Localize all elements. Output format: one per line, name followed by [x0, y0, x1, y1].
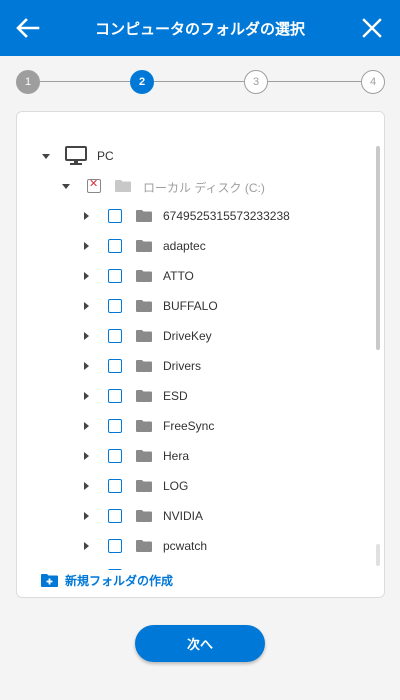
title-bar: コンピュータのフォルダの選択	[0, 0, 400, 56]
folder-icon	[136, 210, 152, 222]
tree-label: 6749525315573233238	[163, 209, 290, 223]
folder-checkbox[interactable]	[108, 479, 122, 493]
tree-label: ローカル ディスク (C:)	[143, 181, 265, 195]
tree-row-folder[interactable]: FreeSync	[17, 411, 377, 441]
drive-checkbox[interactable]	[87, 177, 101, 193]
folder-icon	[136, 240, 152, 252]
folder-checkbox[interactable]	[108, 269, 122, 283]
tree-label: PC	[97, 149, 114, 163]
tree-row-folder[interactable]: NVIDIA	[17, 501, 377, 531]
tree-row-drive[interactable]: ローカル ディスク (C:)	[17, 171, 377, 201]
new-folder-label: 新規フォルダの作成	[65, 573, 174, 588]
tree-row-folder[interactable]: ATTO	[17, 261, 377, 291]
tree-scrollbar[interactable]	[376, 146, 380, 566]
folder-icon	[136, 300, 152, 312]
folder-checkbox[interactable]	[108, 419, 122, 433]
tree-label: ATTO	[163, 269, 194, 283]
folder-checkbox[interactable]	[108, 359, 122, 373]
folder-checkbox[interactable]	[108, 299, 122, 313]
expand-caret-icon[interactable]	[84, 542, 89, 550]
folder-checkbox[interactable]	[108, 389, 122, 403]
tree-label: adaptec	[163, 239, 206, 253]
folder-icon	[136, 390, 152, 402]
tree-row-folder-partial[interactable]	[17, 561, 377, 570]
tree-label: Drivers	[163, 359, 201, 373]
tree-label: FreeSync	[163, 419, 215, 433]
tree-label: Hera	[163, 449, 190, 463]
folder-icon	[136, 510, 152, 522]
expand-caret-icon[interactable]	[84, 302, 89, 310]
expand-caret-icon[interactable]	[84, 272, 89, 280]
tree-row-pc[interactable]: PC	[17, 141, 377, 171]
folder-checkbox[interactable]	[108, 209, 122, 223]
step-indicator: 1 2 3 4	[0, 66, 400, 98]
tree-row-folder[interactable]: LOG	[17, 471, 377, 501]
folder-tree-panel: PC ローカル ディスク (C:) 6749525315573233238 ada…	[16, 111, 385, 598]
expand-caret-icon[interactable]	[42, 154, 50, 159]
scrollbar-thumb[interactable]	[376, 146, 380, 350]
monitor-icon	[65, 146, 87, 165]
tree-label: pcwatch	[163, 539, 208, 553]
step-3: 3	[244, 70, 268, 94]
arrow-left-icon	[16, 18, 40, 38]
folder-tree[interactable]: PC ローカル ディスク (C:) 6749525315573233238 ada…	[17, 122, 377, 570]
step-4: 4	[361, 70, 385, 94]
folder-checkbox[interactable]	[108, 449, 122, 463]
tree-label: ESD	[163, 389, 188, 403]
scrollbar-thumb-lower	[376, 544, 380, 566]
expand-caret-icon[interactable]	[84, 362, 89, 370]
tree-row-folder[interactable]: pcwatch	[17, 531, 377, 561]
folder-icon	[136, 330, 152, 342]
step-connector	[268, 81, 361, 82]
step-1: 1	[16, 70, 40, 94]
tree-row-folder[interactable]: DriveKey	[17, 321, 377, 351]
next-button[interactable]: 次へ	[135, 625, 265, 662]
expand-caret-icon[interactable]	[84, 242, 89, 250]
folder-icon	[136, 540, 152, 552]
back-button[interactable]	[12, 12, 44, 44]
folder-icon	[136, 480, 152, 492]
expand-caret-icon[interactable]	[84, 482, 89, 490]
folder-icon	[115, 180, 131, 192]
tree-row-folder[interactable]: adaptec	[17, 231, 377, 261]
folder-icon	[136, 360, 152, 372]
tree-label: DriveKey	[163, 329, 212, 343]
expand-caret-icon[interactable]	[84, 512, 89, 520]
folder-checkbox[interactable]	[108, 329, 122, 343]
tree-row-folder[interactable]: Drivers	[17, 351, 377, 381]
folder-checkbox[interactable]	[108, 239, 122, 253]
tree-row-folder[interactable]: Hera	[17, 441, 377, 471]
folder-checkbox[interactable]	[108, 539, 122, 553]
step-2: 2	[130, 70, 154, 94]
expand-caret-icon[interactable]	[62, 184, 70, 189]
tree-row-folder[interactable]: 6749525315573233238	[17, 201, 377, 231]
folder-icon	[136, 270, 152, 282]
step-connector	[154, 81, 244, 82]
tree-label: BUFFALO	[163, 299, 218, 313]
expand-caret-icon[interactable]	[84, 332, 89, 340]
tree-row-folder[interactable]: ESD	[17, 381, 377, 411]
new-folder-button[interactable]: 新規フォルダの作成	[41, 570, 173, 590]
expand-caret-icon[interactable]	[84, 452, 89, 460]
folder-icon	[136, 420, 152, 432]
expand-caret-icon[interactable]	[84, 392, 89, 400]
expand-caret-icon[interactable]	[84, 422, 89, 430]
folder-checkbox[interactable]	[108, 509, 122, 523]
step-connector	[40, 81, 130, 82]
tree-row-folder[interactable]: BUFFALO	[17, 291, 377, 321]
tree-label: LOG	[163, 479, 189, 493]
dialog-title: コンピュータのフォルダの選択	[94, 19, 305, 38]
close-icon	[362, 18, 382, 38]
close-button[interactable]	[356, 12, 388, 44]
expand-caret-icon[interactable]	[84, 212, 89, 220]
folder-icon	[136, 450, 152, 462]
tree-label: NVIDIA	[163, 509, 204, 523]
folder-plus-icon	[41, 574, 58, 587]
